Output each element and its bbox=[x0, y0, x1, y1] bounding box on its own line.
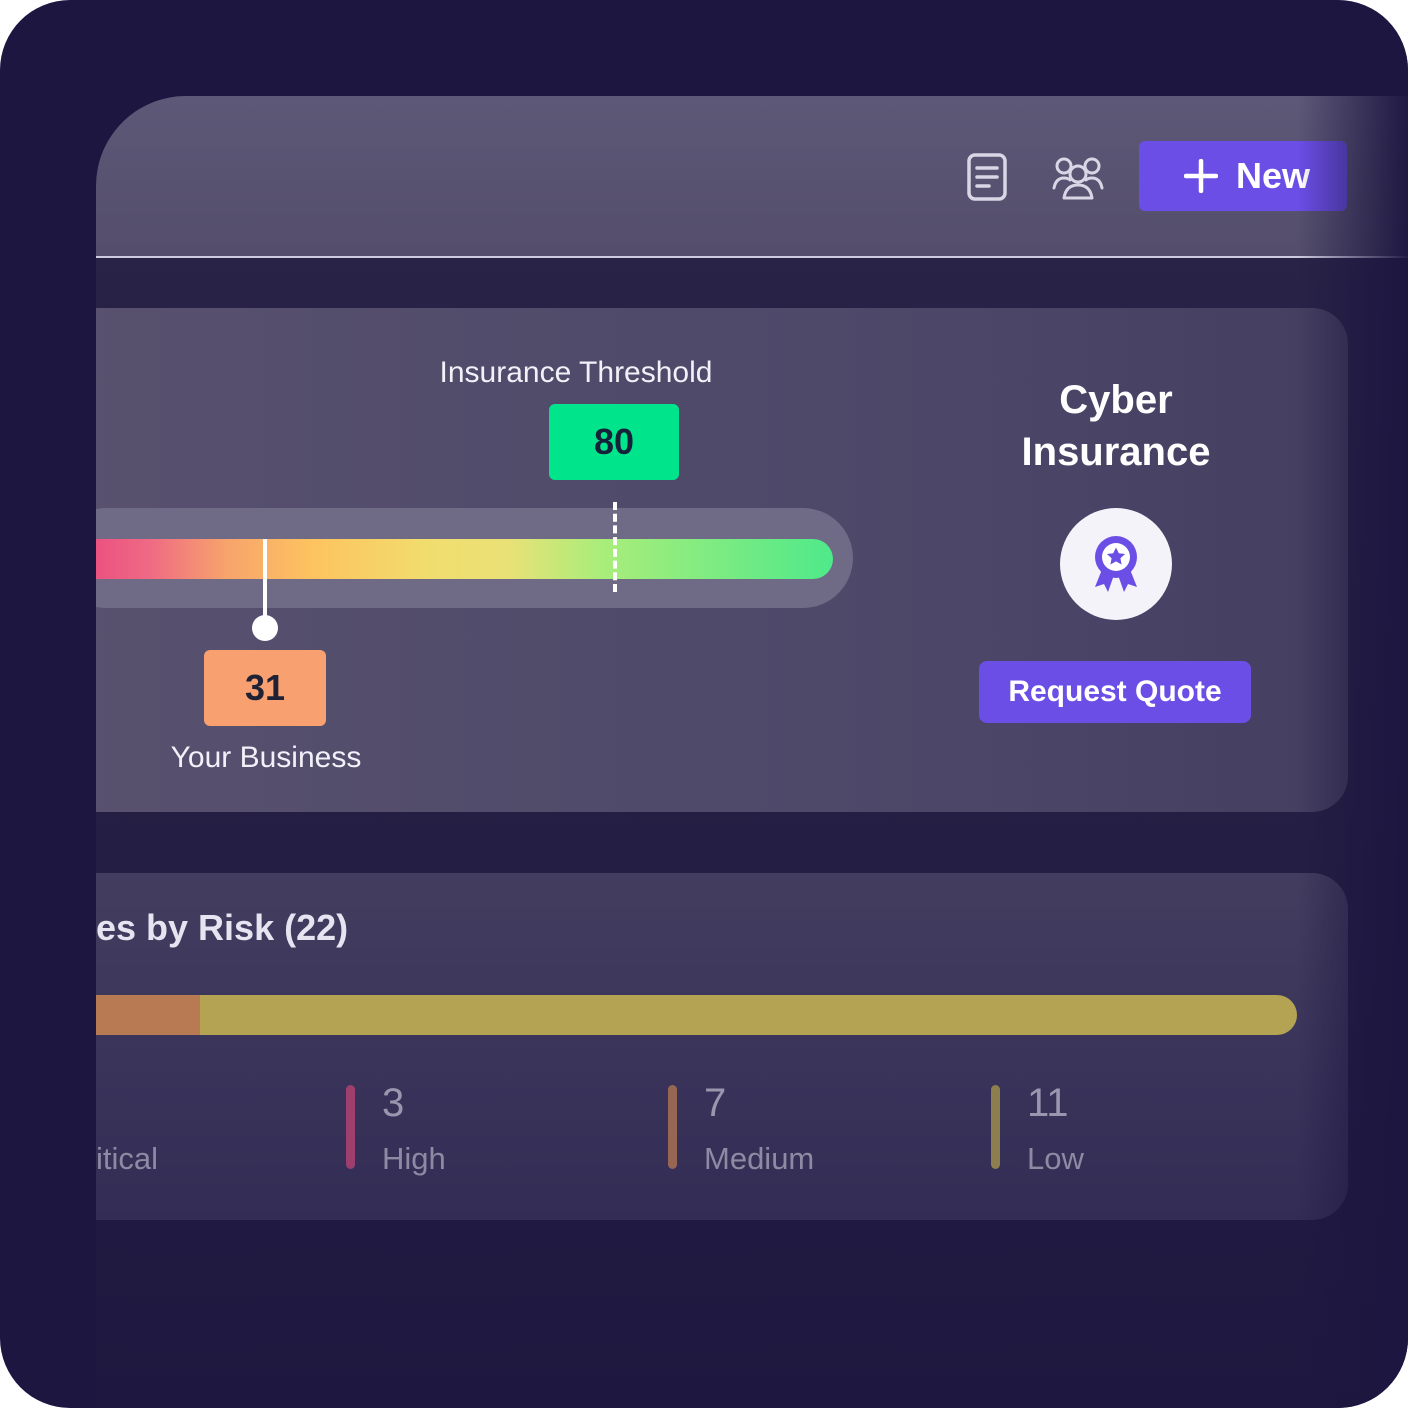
legend-low: 11 Low bbox=[991, 1081, 1191, 1176]
security-score-card: Insurance Threshold 80 31 Your Business … bbox=[96, 308, 1348, 812]
legend-low-count: 11 bbox=[1027, 1081, 1069, 1125]
score-gradient-bar bbox=[96, 539, 833, 579]
business-label: Your Business bbox=[170, 741, 362, 774]
threshold-value-badge: 80 bbox=[549, 404, 679, 480]
risk-card-title: es by Risk (22) bbox=[96, 907, 349, 948]
cyber-insurance-title: Cyber Insurance bbox=[966, 374, 1266, 478]
request-quote-button[interactable]: Request Quote bbox=[979, 661, 1251, 723]
legend-high-name: High bbox=[382, 1141, 446, 1176]
threshold-label: Insurance Threshold bbox=[439, 356, 713, 389]
issues-by-risk-card: es by Risk (22) itical 3 High 7 Medium 1… bbox=[96, 873, 1348, 1220]
threshold-marker bbox=[613, 502, 617, 592]
top-toolbar: New bbox=[96, 96, 1408, 258]
title-line-1: Cyber bbox=[1059, 378, 1173, 422]
award-ribbon-icon bbox=[1060, 508, 1172, 620]
legend-critical-name: itical bbox=[96, 1141, 159, 1176]
risk-stacked-bar bbox=[96, 995, 1297, 1035]
new-button-label: New bbox=[1235, 155, 1311, 196]
legend-low-marker bbox=[991, 1085, 1000, 1169]
document-icon[interactable] bbox=[962, 152, 1012, 202]
legend-medium: 7 Medium bbox=[668, 1081, 888, 1176]
app-frame: New Insurance Threshold 80 31 Your Busin… bbox=[0, 0, 1408, 1408]
team-icon[interactable] bbox=[1048, 152, 1108, 202]
legend-critical: itical bbox=[96, 1085, 276, 1176]
business-score-badge: 31 bbox=[204, 650, 326, 726]
legend-medium-name: Medium bbox=[704, 1141, 815, 1176]
plus-icon bbox=[1183, 159, 1218, 193]
new-button[interactable]: New bbox=[1139, 141, 1347, 211]
dashboard-window: New Insurance Threshold 80 31 Your Busin… bbox=[96, 96, 1408, 1408]
risk-segment-medium-low bbox=[199, 995, 1297, 1035]
legend-high-marker bbox=[346, 1085, 355, 1169]
title-line-2: Insurance bbox=[1021, 430, 1211, 474]
legend-high-count: 3 bbox=[382, 1081, 405, 1125]
business-marker-dot bbox=[252, 615, 278, 641]
legend-high: 3 High bbox=[346, 1081, 546, 1176]
business-marker-stem bbox=[263, 539, 267, 627]
risk-segment-high bbox=[96, 995, 200, 1035]
legend-medium-marker bbox=[668, 1085, 677, 1169]
legend-medium-count: 7 bbox=[704, 1081, 727, 1125]
legend-low-name: Low bbox=[1027, 1141, 1084, 1176]
